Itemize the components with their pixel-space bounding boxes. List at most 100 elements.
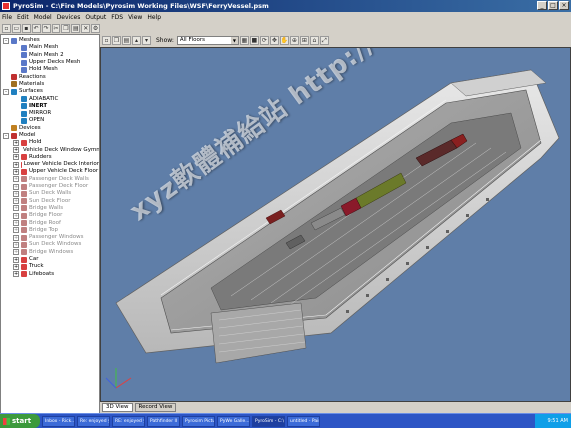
expand-icon[interactable]: +: [13, 139, 19, 146]
new-icon[interactable]: ▫: [2, 23, 11, 33]
tree-node[interactable]: + Bridge Floor: [1, 212, 99, 219]
tree-node[interactable]: + Bridge Top: [1, 227, 99, 234]
copy-icon[interactable]: ❐: [61, 23, 71, 33]
cut-icon[interactable]: ✂: [51, 23, 61, 33]
expand-icon[interactable]: +: [13, 183, 19, 190]
close-button[interactable]: ×: [559, 1, 569, 10]
tree-node[interactable]: - Model: [1, 132, 99, 139]
zoom-icon[interactable]: ⊕: [289, 36, 299, 45]
pan-icon[interactable]: ✋: [279, 36, 289, 45]
tree-node[interactable]: Upper Decks Mesh: [1, 59, 99, 66]
tree-node[interactable]: - Surfaces: [1, 88, 99, 95]
save-icon[interactable]: ▪: [21, 23, 31, 33]
paste-scene-icon[interactable]: ▤: [122, 36, 131, 45]
fit-icon[interactable]: ⤢: [319, 36, 329, 45]
orbit-icon[interactable]: ⟳: [259, 36, 269, 45]
expand-icon[interactable]: +: [13, 249, 19, 256]
new-scene-icon[interactable]: ▫: [102, 36, 111, 45]
tab-3d-view[interactable]: 3D View: [102, 403, 133, 412]
paste-icon[interactable]: ▤: [71, 23, 81, 33]
tree-node[interactable]: + Lower Vehicle Deck Interior: [1, 161, 99, 168]
tree-node[interactable]: + Passenger Deck Floor: [1, 183, 99, 190]
delete-icon[interactable]: ✕: [81, 23, 91, 33]
expand-icon[interactable]: +: [13, 227, 19, 234]
expand-icon[interactable]: +: [13, 241, 19, 248]
maximize-button[interactable]: □: [548, 1, 558, 10]
menu-help[interactable]: Help: [147, 14, 161, 21]
tree-node[interactable]: Main Mesh: [1, 44, 99, 51]
redo-icon[interactable]: ↷: [41, 23, 51, 33]
expand-icon[interactable]: +: [13, 205, 19, 212]
tree-node[interactable]: + Sun Deck Windows: [1, 241, 99, 248]
tree-node[interactable]: INERT: [1, 103, 99, 110]
collapse-icon[interactable]: -: [3, 37, 9, 44]
open-icon[interactable]: ▭: [11, 23, 21, 33]
taskbar-task[interactable]: Inbox - Rick...: [42, 415, 75, 427]
tree-node[interactable]: + Sun Deck Walls: [1, 190, 99, 197]
3d-viewport[interactable]: xyz軟體補給站 http://31.to: [100, 47, 571, 402]
expand-icon[interactable]: +: [13, 161, 19, 168]
tree-node[interactable]: + Sun Deck Floor: [1, 198, 99, 205]
expand-icon[interactable]: +: [13, 271, 19, 278]
taskbar-task[interactable]: PyWe Galle...: [217, 415, 250, 427]
taskbar-task[interactable]: Pyrosim Pictur...: [182, 415, 215, 427]
taskbar-task[interactable]: Re: enjoyed y...: [77, 415, 110, 427]
expand-icon[interactable]: +: [13, 263, 19, 270]
tree-node[interactable]: + Passenger Deck Walls: [1, 176, 99, 183]
tree-node[interactable]: Reactions: [1, 73, 99, 81]
block-icon[interactable]: ■: [249, 36, 259, 45]
expand-icon[interactable]: +: [13, 220, 19, 227]
tree-node[interactable]: + Passenger Windows: [1, 234, 99, 241]
tab-record-view[interactable]: Record View: [134, 403, 177, 412]
menu-model[interactable]: Model: [34, 14, 52, 21]
copy-scene-icon[interactable]: ❐: [112, 36, 121, 45]
start-button[interactable]: start: [0, 414, 40, 428]
expand-icon[interactable]: +: [13, 198, 19, 205]
collapse-icon[interactable]: -: [3, 88, 9, 95]
menu-view[interactable]: View: [128, 14, 142, 21]
expand-icon[interactable]: +: [13, 212, 19, 219]
menu-file[interactable]: File: [2, 14, 12, 21]
show-floors-select[interactable]: All Floors ▼: [176, 36, 239, 45]
tree-node[interactable]: + Bridge Roof: [1, 219, 99, 227]
expand-icon[interactable]: +: [13, 176, 19, 183]
settings-icon[interactable]: ⚙: [91, 23, 101, 33]
tree-node[interactable]: - Meshes: [1, 37, 99, 44]
undo-icon[interactable]: ↶: [31, 23, 41, 33]
tree-node[interactable]: + Vehicle Deck Window Gymnasium: [1, 146, 99, 154]
tree-node[interactable]: Devices: [1, 125, 99, 132]
tree-node[interactable]: + Car: [1, 256, 99, 263]
collapse-icon[interactable]: -: [3, 132, 9, 139]
minimize-button[interactable]: _: [537, 1, 547, 10]
expand-icon[interactable]: +: [13, 147, 19, 154]
tree-node[interactable]: + Rudders: [1, 154, 99, 161]
tree-node[interactable]: ADIABATIC: [1, 95, 99, 103]
menu-edit[interactable]: Edit: [17, 14, 29, 21]
menu-devices[interactable]: Devices: [57, 14, 81, 21]
grid-icon[interactable]: ▦: [239, 36, 249, 45]
taskbar-task[interactable]: PyroSim - C:\...: [252, 415, 285, 427]
tree-node[interactable]: + Hold: [1, 139, 99, 146]
tree-node[interactable]: + Truck: [1, 263, 99, 270]
tree-node[interactable]: OPEN: [1, 117, 99, 124]
tree-node[interactable]: MIRROR: [1, 110, 99, 117]
expand-icon[interactable]: +: [13, 234, 19, 241]
expand-icon[interactable]: +: [13, 190, 19, 197]
tree-node[interactable]: Materials: [1, 81, 99, 88]
taskbar-task[interactable]: RE: enjoyed y...: [112, 415, 145, 427]
expand-icon[interactable]: +: [13, 168, 19, 175]
taskbar-task[interactable]: Pathfinder II: [147, 415, 180, 427]
taskbar-task[interactable]: untitled - Paint: [287, 415, 320, 427]
tree-node[interactable]: Main Mesh 2: [1, 52, 99, 59]
tree-node[interactable]: + Upper Vehicle Deck Floor: [1, 168, 99, 175]
tree-node[interactable]: Hold Mesh: [1, 66, 99, 73]
floor-up-icon[interactable]: ▴: [132, 36, 141, 45]
reset-view-icon[interactable]: ⌂: [309, 36, 319, 45]
zoom-box-icon[interactable]: ⊞: [299, 36, 309, 45]
tree-node[interactable]: + Bridge Windows: [1, 249, 99, 256]
roam-icon[interactable]: ✥: [269, 36, 279, 45]
expand-icon[interactable]: +: [13, 154, 19, 161]
floor-down-icon[interactable]: ▾: [142, 36, 151, 45]
expand-icon[interactable]: +: [13, 256, 19, 263]
tree-node[interactable]: + Bridge Walls: [1, 205, 99, 212]
